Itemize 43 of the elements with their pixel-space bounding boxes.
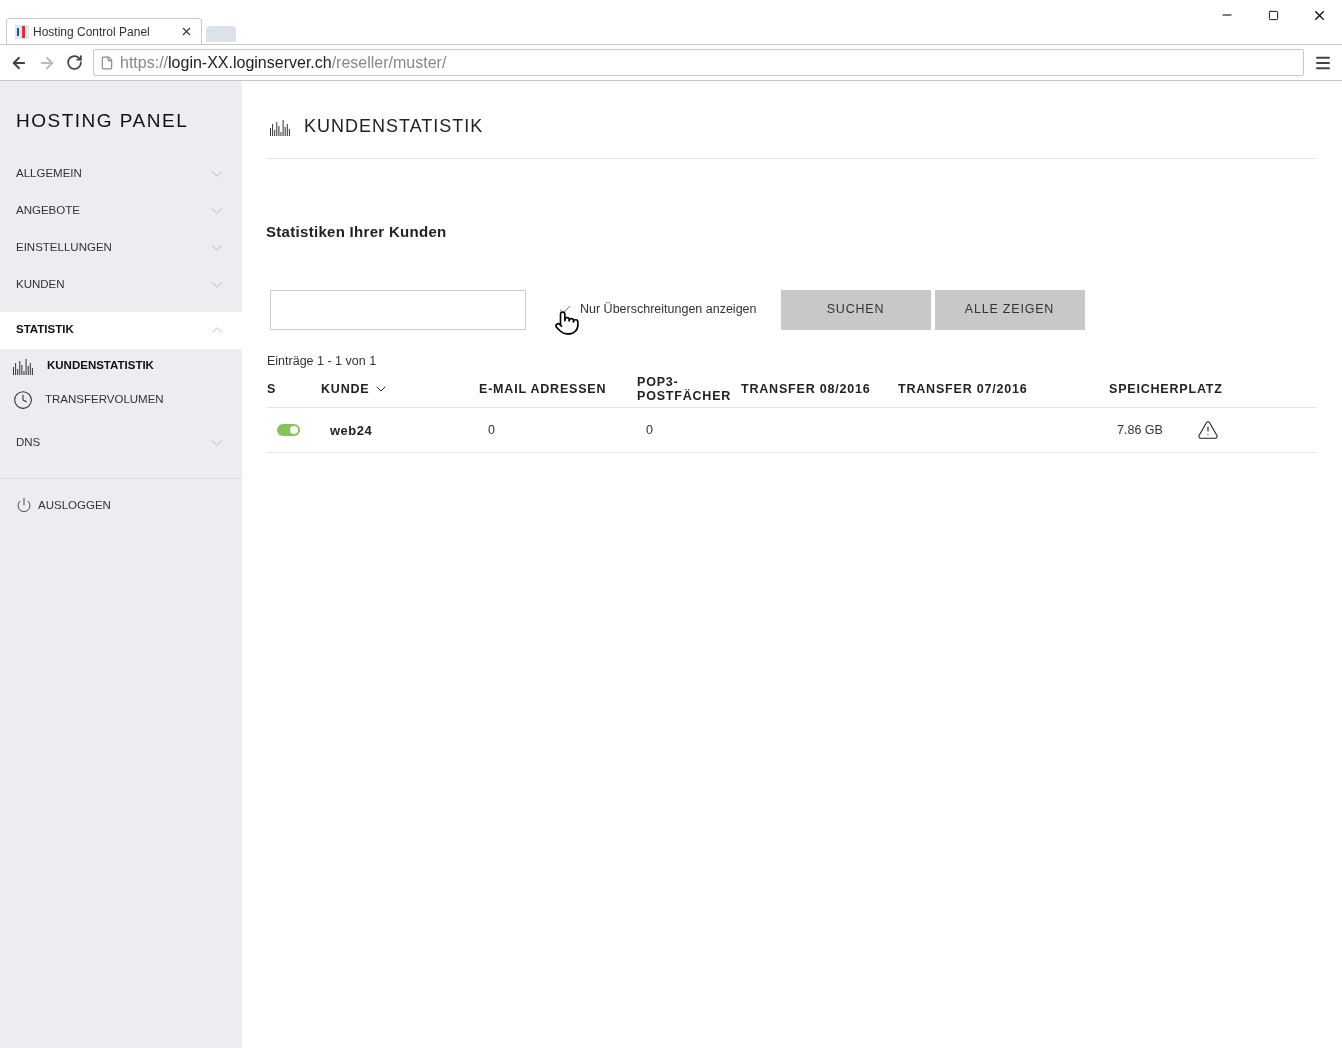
hand-cursor-icon	[554, 310, 580, 337]
table-cell-text: 0	[645, 421, 654, 439]
entries-count: Einträge 1 - 1 von 1	[267, 352, 378, 370]
submenu-item[interactable]: KUNDENSTATISTIK	[0, 348, 242, 383]
page-icon	[100, 55, 114, 70]
close-icon[interactable]	[180, 25, 193, 38]
section-title: Statistiken Ihrer Kunden	[266, 222, 448, 242]
column-header: S	[267, 381, 278, 396]
tab-title: Hosting Control Panel	[33, 23, 151, 41]
status-toggle[interactable]	[277, 424, 300, 437]
sidebar-item[interactable]: EINSTELLUNGEN	[0, 229, 242, 267]
bar-chart-icon	[270, 117, 292, 136]
sidebar-item[interactable]: KUNDEN	[0, 266, 242, 304]
column-header: TRANSFER 08/2016	[741, 381, 872, 396]
page-title: KUNDENSTATISTIK	[304, 115, 484, 138]
url-text: https://login-XX.loginserver.ch/reseller/muster/	[120, 52, 447, 73]
sidebar-item[interactable]: ANGEBOTE	[0, 192, 242, 230]
clock-icon	[13, 389, 33, 410]
favicon-icon	[15, 24, 29, 39]
sidebar-item[interactable]: STATISTIK	[0, 311, 242, 349]
power-icon[interactable]	[16, 497, 32, 514]
column-header: SPEICHERPLATZ	[1108, 381, 1224, 396]
search-field[interactable]	[270, 289, 526, 330]
table-cell-text: 0	[487, 421, 496, 439]
sidebar-title: HOSTING PANEL	[15, 109, 190, 133]
logout-link[interactable]: AUSLOGGEN	[38, 496, 111, 514]
submenu-item[interactable]: TRANSFERVOLUMEN	[0, 382, 242, 417]
action-button[interactable]: SUCHEN	[780, 289, 931, 330]
address-bar[interactable]: https://login-XX.loginserver.ch/reseller/muster/	[93, 49, 1304, 76]
sidebar-item[interactable]: ALLGEMEIN	[0, 155, 242, 193]
maximize-icon[interactable]	[1267, 9, 1279, 21]
browser-tab[interactable]: Hosting Control Panel	[6, 18, 202, 44]
reload-icon[interactable]	[66, 54, 83, 71]
action-button[interactable]: ALLE ZEIGEN	[934, 289, 1085, 330]
column-header[interactable]: KUNDE	[321, 380, 479, 397]
table-cell-text: 7.86 GB	[1117, 421, 1164, 439]
column-header: POP3-POSTFÄCHER	[637, 374, 733, 403]
column-header: TRANSFER 07/2016	[898, 381, 1029, 396]
sidebar-item[interactable]: DNS	[0, 424, 242, 462]
checkbox-label: Nur Überschreitungen anzeigen	[580, 301, 757, 319]
table-cell-text: web24	[329, 421, 374, 440]
bar-chart-icon	[13, 356, 35, 375]
column-header: E-MAIL ADRESSEN	[479, 381, 608, 396]
